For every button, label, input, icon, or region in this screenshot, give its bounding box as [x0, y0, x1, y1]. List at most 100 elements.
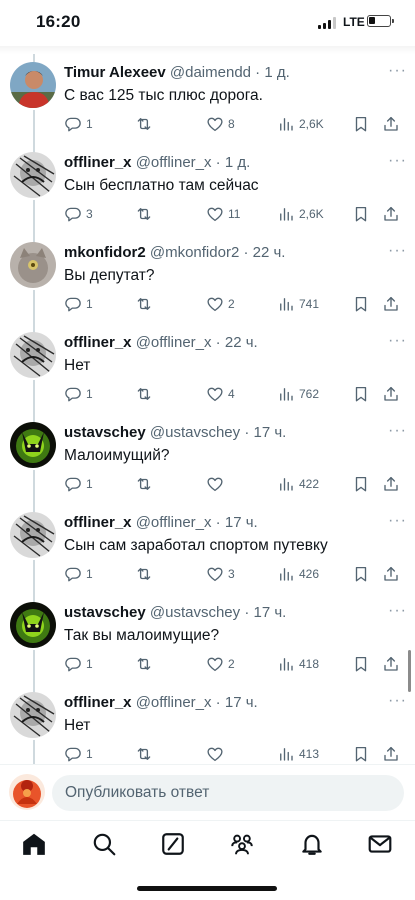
more-options-icon[interactable]: ··· [388, 512, 407, 530]
bookmark-button[interactable] [352, 744, 370, 764]
grok-icon[interactable] [160, 831, 188, 859]
timestamp[interactable]: 17 ч. [254, 424, 287, 441]
bookmark-button[interactable] [352, 474, 370, 494]
user-handle[interactable]: @offliner_x [136, 514, 212, 531]
user-avatar[interactable] [10, 152, 56, 198]
more-options-icon[interactable]: ··· [388, 692, 407, 710]
user-handle[interactable]: @offliner_x [136, 154, 212, 171]
home-icon[interactable] [21, 831, 49, 859]
user-avatar[interactable] [10, 422, 56, 468]
more-options-icon[interactable]: ··· [388, 152, 407, 170]
reply-button[interactable]: 1 [64, 474, 93, 494]
reply-button[interactable]: 1 [64, 294, 93, 314]
tweet-reply[interactable]: ustavschey @ustavschey · 17 ч. ··· Так вы … [0, 594, 415, 684]
reply-thread[interactable]: Timur Alexeev @daimendd · 1 д. ··· С вас 1… [0, 54, 415, 764]
bookmark-button[interactable] [352, 564, 370, 584]
user-avatar[interactable] [10, 692, 56, 738]
user-avatar[interactable] [10, 512, 56, 558]
bookmark-button[interactable] [352, 294, 370, 314]
views-button[interactable]: 422 [277, 474, 319, 494]
share-button[interactable] [382, 384, 400, 404]
views-button[interactable]: 2,6K [277, 114, 324, 134]
user-handle[interactable]: @daimendd [170, 64, 251, 81]
more-options-icon[interactable]: ··· [388, 602, 407, 620]
reply-input[interactable]: Опубликовать ответ [52, 775, 404, 811]
timestamp[interactable]: 1 д. [264, 64, 289, 81]
reply-button[interactable]: 1 [64, 654, 93, 674]
more-options-icon[interactable]: ··· [388, 332, 407, 350]
display-name[interactable]: offliner_x [64, 694, 132, 711]
display-name[interactable]: offliner_x [64, 154, 132, 171]
timestamp[interactable]: 22 ч. [225, 334, 258, 351]
views-button[interactable]: 418 [277, 654, 319, 674]
retweet-button[interactable] [135, 294, 157, 314]
communities-icon[interactable] [229, 831, 257, 859]
user-avatar[interactable] [10, 332, 56, 378]
bookmark-button[interactable] [352, 384, 370, 404]
user-avatar[interactable] [10, 602, 56, 648]
timestamp[interactable]: 1 д. [225, 154, 250, 171]
user-avatar[interactable] [10, 62, 56, 108]
share-button[interactable] [382, 294, 400, 314]
reply-button[interactable]: 3 [64, 204, 93, 224]
timestamp[interactable]: 22 ч. [253, 244, 286, 261]
messages-icon[interactable] [367, 831, 395, 859]
user-handle[interactable]: @ustavschey [150, 424, 240, 441]
own-avatar[interactable] [9, 774, 45, 810]
like-button[interactable]: 4 [206, 384, 235, 404]
reply-button[interactable]: 1 [64, 384, 93, 404]
like-button[interactable]: 3 [206, 564, 235, 584]
tweet-reply[interactable]: offliner_x @offliner_x · 22 ч. ··· Нет 1 4 76… [0, 324, 415, 414]
share-button[interactable] [382, 474, 400, 494]
user-handle[interactable]: @offliner_x [136, 694, 212, 711]
retweet-button[interactable] [135, 744, 157, 764]
tweet-reply[interactable]: ustavschey @ustavschey · 17 ч. ··· Малоиму… [0, 414, 415, 504]
more-options-icon[interactable]: ··· [388, 242, 407, 260]
tweet-reply[interactable]: offliner_x @offliner_x · 17 ч. ··· Нет 1 413 [0, 684, 415, 764]
timestamp[interactable]: 17 ч. [225, 694, 258, 711]
user-handle[interactable]: @mkonfidor2 [150, 244, 239, 261]
notifications-icon[interactable] [299, 831, 327, 859]
share-button[interactable] [382, 564, 400, 584]
retweet-button[interactable] [135, 654, 157, 674]
bookmark-button[interactable] [352, 654, 370, 674]
bookmark-button[interactable] [352, 204, 370, 224]
more-options-icon[interactable]: ··· [388, 422, 407, 440]
reply-button[interactable]: 1 [64, 114, 93, 134]
like-button[interactable]: 2 [206, 654, 235, 674]
display-name[interactable]: Timur Alexeev [64, 64, 166, 81]
share-button[interactable] [382, 114, 400, 134]
display-name[interactable]: ustavschey [64, 424, 146, 441]
tweet-reply[interactable]: mkonfidor2 @mkonfidor2 · 22 ч. ··· Вы депу… [0, 234, 415, 324]
display-name[interactable]: offliner_x [64, 334, 132, 351]
user-avatar[interactable] [10, 242, 56, 288]
views-button[interactable]: 741 [277, 294, 319, 314]
user-handle[interactable]: @offliner_x [136, 334, 212, 351]
tweet-reply[interactable]: offliner_x @offliner_x · 1 д. ··· Сын бесп… [0, 144, 415, 234]
retweet-button[interactable] [135, 384, 157, 404]
timestamp[interactable]: 17 ч. [225, 514, 258, 531]
views-button[interactable]: 426 [277, 564, 319, 584]
search-icon[interactable] [91, 831, 119, 859]
reply-button[interactable]: 1 [64, 744, 93, 764]
like-button[interactable]: 8 [206, 114, 235, 134]
display-name[interactable]: offliner_x [64, 514, 132, 531]
more-options-icon[interactable]: ··· [388, 62, 407, 80]
reply-button[interactable]: 1 [64, 564, 93, 584]
like-button[interactable] [206, 474, 228, 494]
tweet-reply[interactable]: Timur Alexeev @daimendd · 1 д. ··· С вас 1… [0, 54, 415, 144]
retweet-button[interactable] [135, 474, 157, 494]
tweet-reply[interactable]: offliner_x @offliner_x · 17 ч. ··· Сын сам… [0, 504, 415, 594]
share-button[interactable] [382, 744, 400, 764]
retweet-button[interactable] [135, 204, 157, 224]
bookmark-button[interactable] [352, 114, 370, 134]
retweet-button[interactable] [135, 114, 157, 134]
share-button[interactable] [382, 204, 400, 224]
scroll-indicator[interactable] [408, 650, 411, 692]
views-button[interactable]: 762 [277, 384, 319, 404]
display-name[interactable]: ustavschey [64, 604, 146, 621]
retweet-button[interactable] [135, 564, 157, 584]
user-handle[interactable]: @ustavschey [150, 604, 240, 621]
like-button[interactable] [206, 744, 228, 764]
views-button[interactable]: 2,6K [277, 204, 324, 224]
